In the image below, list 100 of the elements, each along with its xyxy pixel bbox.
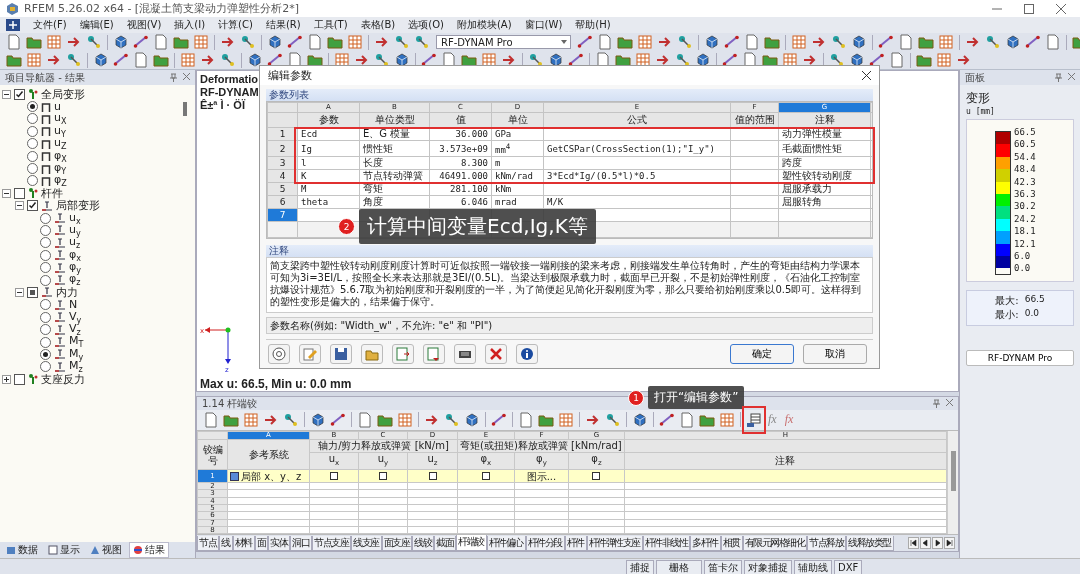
open-button[interactable]	[361, 344, 383, 364]
radio-button[interactable]	[27, 150, 38, 162]
checkbox[interactable]	[27, 200, 38, 212]
status-toggle[interactable]: 笛卡尔	[704, 559, 742, 574]
grid-icon[interactable]	[719, 411, 735, 428]
nav-tab[interactable]: 显示	[45, 543, 83, 557]
page-icon[interactable]	[679, 411, 695, 428]
grid-icon[interactable]	[26, 52, 42, 68]
menu-item[interactable]: 视图(V)	[126, 18, 162, 32]
menu-item[interactable]: 文件(F)	[33, 18, 67, 32]
sheet-tab[interactable]: 杆件偏心	[486, 536, 526, 551]
node-icon[interactable]	[605, 411, 621, 428]
menu-item[interactable]: 窗口(W)	[524, 18, 563, 32]
sheet-tab[interactable]: 材料	[232, 536, 255, 551]
sheet-tab[interactable]: 线支座	[351, 536, 382, 551]
folder-icon[interactable]	[461, 52, 477, 68]
status-toggle[interactable]: DXF	[834, 559, 863, 574]
cube-icon[interactable]	[310, 411, 326, 428]
ok-button[interactable]: 确定	[730, 344, 794, 364]
tree-item-label[interactable]: 内力	[56, 284, 78, 300]
scrollbar-thumb[interactable]	[183, 102, 187, 116]
grid-icon[interactable]	[481, 52, 497, 68]
parameter-table-icon[interactable]	[746, 411, 762, 428]
cancel-button[interactable]: 取消	[803, 344, 867, 364]
sheet-tab[interactable]: 节点	[197, 536, 219, 551]
grid-icon[interactable]	[637, 34, 653, 50]
node-icon[interactable]	[985, 34, 1001, 50]
status-toggle[interactable]: 辅助线	[794, 559, 832, 574]
node-icon[interactable]	[675, 52, 691, 68]
tree-item-label[interactable]: φ$_{y}$	[69, 260, 81, 276]
pin-icon[interactable]	[170, 73, 177, 82]
beam-icon[interactable]	[1025, 34, 1041, 50]
sheet-tab[interactable]: 节点释放	[807, 536, 846, 551]
radio-button[interactable]	[40, 324, 51, 336]
checkbox[interactable]	[428, 471, 437, 480]
last-icon[interactable]	[944, 537, 955, 550]
radio-button[interactable]	[27, 175, 38, 187]
grid-icon[interactable]	[46, 34, 62, 50]
status-toggle[interactable]: 捕捉	[626, 559, 654, 574]
sheet-tab[interactable]: 有限元网格细化	[742, 536, 807, 551]
expander-icon[interactable]	[15, 287, 24, 297]
sheet-tab[interactable]: 面支座	[381, 536, 412, 551]
cube-icon[interactable]	[394, 52, 410, 68]
save-button[interactable]	[330, 344, 352, 364]
radio-button[interactable]	[27, 125, 38, 137]
folder-icon[interactable]	[6, 52, 22, 68]
node-icon[interactable]	[831, 34, 847, 50]
grid-icon[interactable]	[243, 411, 259, 428]
grid-icon[interactable]	[936, 52, 952, 68]
node-icon[interactable]	[444, 411, 460, 428]
checkbox[interactable]	[14, 88, 25, 100]
menu-item[interactable]: 工具(T)	[313, 18, 348, 32]
tree-item-label[interactable]: 支座反力	[41, 371, 85, 387]
radio-button[interactable]	[27, 101, 38, 113]
grid-icon[interactable]	[397, 411, 413, 428]
menu-item[interactable]: 计算(C)	[218, 18, 253, 32]
radio-button[interactable]	[40, 336, 51, 348]
sheet-tab[interactable]: 线释放类型	[846, 536, 894, 551]
beam-icon[interactable]	[287, 34, 303, 50]
cube-icon[interactable]	[704, 34, 720, 50]
node-icon[interactable]	[66, 52, 82, 68]
beam-icon[interactable]	[330, 411, 346, 428]
grid-icon[interactable]	[635, 52, 651, 68]
sheet-tab[interactable]: 杆端铰	[456, 535, 487, 551]
cube-icon[interactable]	[267, 34, 283, 50]
grid-icon[interactable]	[782, 52, 798, 68]
dropdown-arrow-icon[interactable]	[560, 38, 568, 46]
cube-icon[interactable]	[548, 52, 564, 68]
checkbox[interactable]	[14, 187, 25, 199]
expander-icon[interactable]	[2, 89, 11, 99]
sheet-tab[interactable]: 相贯	[720, 536, 743, 551]
info-button[interactable]	[516, 344, 538, 364]
expander-icon[interactable]	[2, 374, 11, 384]
menu-item[interactable]: 结果(R)	[265, 18, 301, 32]
expander-icon[interactable]	[2, 188, 11, 198]
radio-button[interactable]	[40, 212, 51, 224]
first-icon[interactable]	[908, 537, 919, 550]
cube-icon[interactable]	[113, 34, 129, 50]
tree-item-label[interactable]: 全局变形	[41, 86, 85, 102]
sheet-tab[interactable]: 线	[219, 536, 233, 551]
page-icon[interactable]	[889, 52, 905, 68]
cube-icon[interactable]	[851, 34, 867, 50]
node-icon[interactable]	[374, 52, 390, 68]
radio-button[interactable]	[40, 348, 51, 360]
grid-icon[interactable]	[334, 52, 350, 68]
close-icon[interactable]	[862, 71, 871, 80]
page-icon[interactable]	[518, 411, 534, 428]
beam-icon[interactable]	[133, 34, 149, 50]
node-icon[interactable]	[394, 34, 410, 50]
sheet-tab[interactable]: 多杆件	[690, 536, 721, 551]
sheet-tab[interactable]: 洞口	[290, 536, 312, 551]
folder-icon[interactable]	[615, 52, 631, 68]
tree-item-label[interactable]: V$_{y}$	[69, 309, 82, 325]
checkbox[interactable]	[592, 471, 601, 480]
node-icon[interactable]	[414, 34, 430, 50]
menu-item[interactable]: 表格(B)	[360, 18, 396, 32]
keyboard-button[interactable]	[454, 344, 476, 364]
previous-icon[interactable]	[920, 537, 931, 550]
export-button[interactable]	[392, 344, 414, 364]
checkbox[interactable]	[379, 471, 387, 480]
